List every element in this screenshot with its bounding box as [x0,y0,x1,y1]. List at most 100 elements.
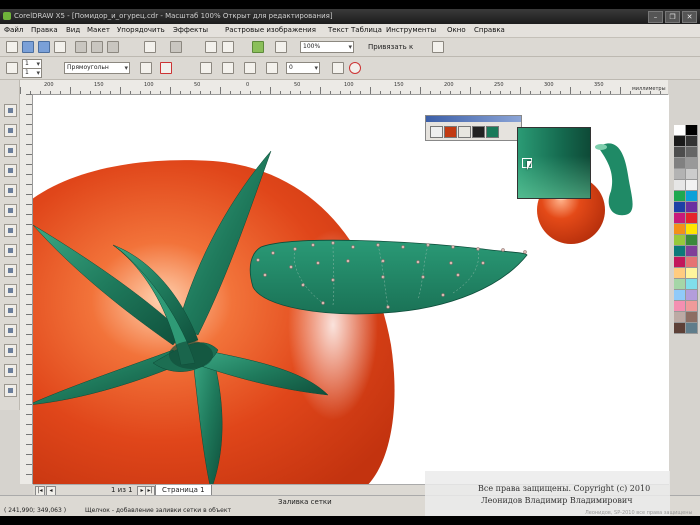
options-icon[interactable] [432,41,444,53]
color-eyedropper-icon[interactable] [332,62,344,74]
minimize-button[interactable]: – [648,11,663,23]
text-tool-icon[interactable] [4,304,17,317]
add-node-icon[interactable] [140,62,152,74]
menu-layout[interactable]: Макет [87,26,110,34]
menu-file[interactable]: Файл [4,26,23,34]
menu-table[interactable]: Таблица [351,26,382,34]
shape-tool-icon[interactable] [4,124,17,137]
menu-tools[interactable]: Инструменты [386,26,436,34]
save-icon[interactable] [38,41,50,53]
color-chip-4[interactable] [486,126,499,138]
zoom-tool-icon[interactable] [4,164,17,177]
palette-swatch[interactable] [686,268,698,279]
palette-swatch[interactable] [674,158,686,169]
palette-swatch[interactable] [674,312,686,323]
palette-swatch[interactable] [686,180,698,191]
close-button[interactable]: ✕ [682,11,697,23]
mesh-color-widget[interactable] [425,115,522,141]
menu-help[interactable]: Справка [474,26,505,34]
y-field[interactable]: 1 [22,68,42,78]
ellipse-tool-icon[interactable] [4,244,17,257]
palette-swatch[interactable] [674,213,686,224]
palette-swatch[interactable] [674,147,686,158]
palette-swatch[interactable] [674,279,686,290]
menu-effects[interactable]: Эффекты [173,26,208,34]
no-color-chip[interactable] [430,126,443,138]
drawing-canvas[interactable] [33,95,669,484]
menu-bitmaps[interactable]: Растровые изображения [225,26,316,34]
widget-titlebar[interactable] [426,116,521,122]
menu-edit[interactable]: Правка [31,26,58,34]
menu-arrange[interactable]: Упорядочить [117,26,165,34]
cut-icon[interactable] [75,41,87,53]
polygon-tool-icon[interactable] [4,264,17,277]
palette-swatch[interactable] [674,235,686,246]
palette-swatch[interactable] [674,301,686,312]
pick-tool-icon[interactable] [4,104,17,117]
palette-swatch[interactable] [686,147,698,158]
welcome-screen-icon[interactable] [275,41,287,53]
delete-node-icon[interactable] [160,62,172,74]
menu-window[interactable]: Окно [447,26,466,34]
outline-width-field[interactable]: 0 [286,62,320,74]
palette-swatch[interactable] [674,224,686,235]
palette-swatch[interactable] [686,257,698,268]
palette-swatch[interactable] [686,125,698,136]
eyedropper-tool-icon[interactable] [4,364,17,377]
import-icon[interactable] [205,41,217,53]
menu-view[interactable]: Вид [66,26,80,34]
color-chip-3[interactable] [472,126,485,138]
basic-shapes-tool-icon[interactable] [4,284,17,297]
crop-tool-icon[interactable] [4,144,17,157]
palette-swatch[interactable] [674,246,686,257]
palette-swatch[interactable] [686,136,698,147]
symmetrical-node-icon[interactable] [266,62,278,74]
parallel-dimension-tool-icon[interactable] [4,324,17,337]
new-icon[interactable] [6,41,18,53]
palette-swatch[interactable] [686,169,698,180]
palette-swatch[interactable] [674,268,686,279]
palette-swatch[interactable] [686,158,698,169]
maximize-button[interactable]: ❐ [665,11,680,23]
palette-swatch[interactable] [686,290,698,301]
snap-to-dropdown[interactable]: Привязать к [368,43,413,51]
rectangle-tool-icon[interactable] [4,224,17,237]
palette-swatch[interactable] [686,224,698,235]
paste-icon[interactable] [107,41,119,53]
zoom-level-select[interactable]: 100% [300,41,354,53]
palette-swatch[interactable] [674,191,686,202]
palette-swatch[interactable] [674,136,686,147]
palette-swatch[interactable] [686,301,698,312]
palette-swatch[interactable] [686,246,698,257]
copy-icon[interactable] [91,41,103,53]
blend-tool-icon[interactable] [4,344,17,357]
selection-mode-select[interactable]: Прямоугольн [64,62,130,74]
color-chip-1[interactable] [444,126,457,138]
palette-swatch[interactable] [686,323,698,334]
convert-to-line-icon[interactable] [200,62,212,74]
palette-swatch[interactable] [686,213,698,224]
clear-mesh-icon[interactable] [349,62,361,74]
palette-swatch[interactable] [674,169,686,180]
palette-swatch[interactable] [674,290,686,301]
palette-swatch[interactable] [686,235,698,246]
cucumber-shape[interactable] [249,239,528,315]
open-icon[interactable] [22,41,34,53]
color-chip-2[interactable] [458,126,471,138]
menu-text[interactable]: Текст [328,26,349,34]
palette-swatch[interactable] [686,312,698,323]
palette-swatch[interactable] [674,125,686,136]
palette-swatch[interactable] [674,257,686,268]
convert-to-curve-icon[interactable] [222,62,234,74]
smart-fill-tool-icon[interactable] [4,204,17,217]
freehand-tool-icon[interactable] [4,184,17,197]
smooth-node-icon[interactable] [244,62,256,74]
palette-swatch[interactable] [674,202,686,213]
application-launcher-icon[interactable] [252,41,264,53]
undo-icon[interactable] [144,41,156,53]
palette-swatch[interactable] [686,191,698,202]
palette-swatch[interactable] [686,202,698,213]
palette-swatch[interactable] [686,279,698,290]
outline-tool-icon[interactable] [4,384,17,397]
print-icon[interactable] [54,41,66,53]
